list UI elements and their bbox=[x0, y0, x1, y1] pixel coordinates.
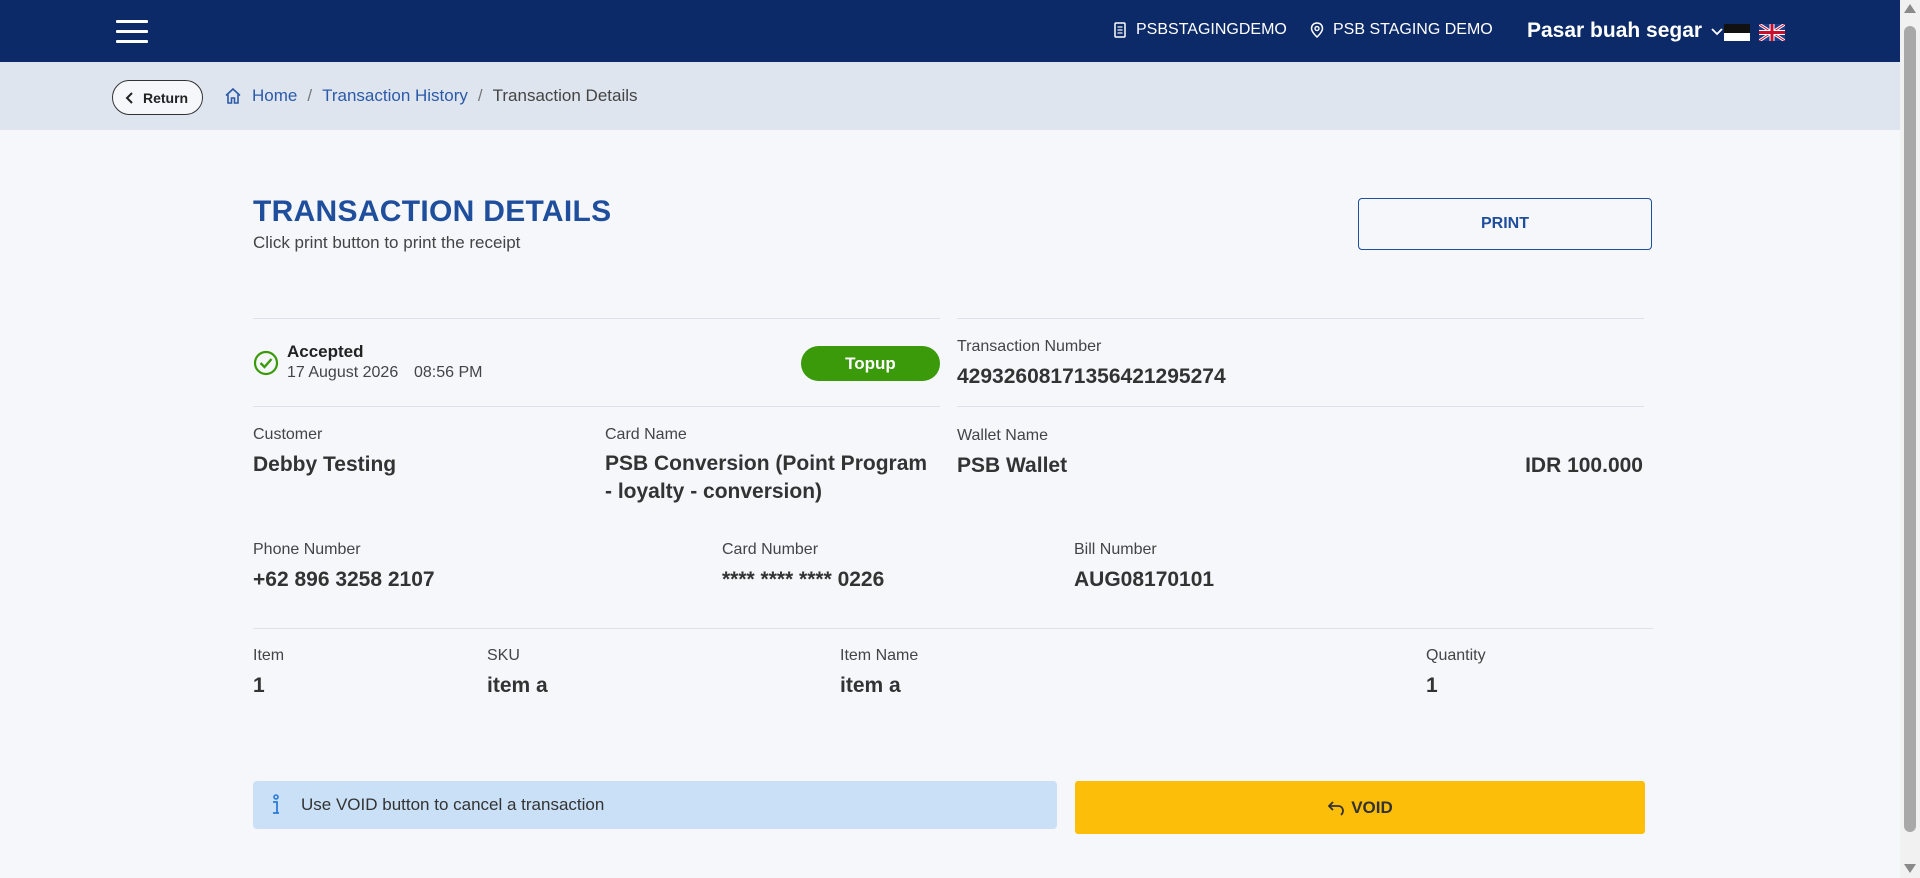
indonesia-flag-icon[interactable] bbox=[1724, 24, 1750, 41]
card-name: PSB Conversion (Point Program - loyalty … bbox=[605, 452, 928, 503]
transaction-time: 08:56 PM bbox=[414, 364, 483, 381]
divider bbox=[957, 406, 1644, 407]
merchant-selector[interactable]: PSBSTAGINGDEMO bbox=[1112, 21, 1287, 39]
breadcrumb-transaction-history[interactable]: Transaction History bbox=[322, 86, 468, 106]
scroll-up-arrow-icon[interactable] bbox=[1904, 4, 1916, 13]
info-text: Use VOID button to cancel a transaction bbox=[301, 795, 605, 814]
return-button[interactable]: Return bbox=[112, 80, 204, 115]
hamburger-icon[interactable] bbox=[116, 20, 148, 44]
receipt-icon bbox=[1114, 22, 1126, 38]
uk-flag-icon[interactable] bbox=[1759, 24, 1785, 41]
transaction-number-label: Transaction Number bbox=[957, 338, 1102, 355]
location-selector[interactable]: PSB STAGING DEMO bbox=[1309, 21, 1493, 39]
wallet-name: PSB Wallet bbox=[957, 454, 1068, 477]
transaction-date: 17 August 2026 bbox=[287, 364, 399, 381]
location-name: PSB STAGING DEMO bbox=[1333, 21, 1493, 38]
table-cell-item-name: item a bbox=[840, 674, 901, 697]
breadcrumb: Home / Transaction History / Transaction… bbox=[224, 86, 638, 106]
undo-icon bbox=[1327, 800, 1345, 816]
return-label: Return bbox=[143, 89, 189, 106]
void-button[interactable]: VOID bbox=[1075, 781, 1645, 834]
phone-number: +62 896 3258 2107 bbox=[253, 568, 435, 591]
divider bbox=[957, 318, 1644, 319]
bill-number-label: Bill Number bbox=[1074, 541, 1157, 558]
table-cell-quantity: 1 bbox=[1426, 674, 1438, 697]
breadcrumb-home[interactable]: Home bbox=[252, 86, 297, 106]
void-label: VOID bbox=[1351, 797, 1393, 817]
table-header-item: Item bbox=[253, 647, 285, 664]
organization-dropdown[interactable]: Pasar buah segar bbox=[1527, 19, 1724, 43]
card-name-label: Card Name bbox=[605, 426, 687, 443]
organization-name: Pasar buah segar bbox=[1527, 19, 1703, 42]
transaction-number: 429326081713564212952​74 bbox=[957, 365, 1226, 388]
status-label: Accepted bbox=[287, 342, 364, 361]
breadcrumb-separator: / bbox=[477, 86, 483, 105]
table-cell-item: 1 bbox=[253, 674, 265, 697]
home-icon[interactable] bbox=[224, 87, 242, 105]
customer-label: Customer bbox=[253, 426, 323, 443]
wallet-name-label: Wallet Name bbox=[957, 427, 1048, 444]
transaction-type-badge: Topup bbox=[801, 346, 940, 381]
chevron-left-icon bbox=[125, 91, 133, 104]
customer-name: Debby Testing bbox=[253, 453, 397, 476]
transaction-amount: IDR 100.000 bbox=[1525, 454, 1643, 477]
location-pin-icon bbox=[1310, 22, 1324, 38]
card-number: **** **** **** 0226 bbox=[722, 568, 885, 591]
check-circle-icon bbox=[253, 350, 279, 376]
page-title: TRANSACTION DETAILS bbox=[253, 195, 612, 228]
bill-number: AUG08170101 bbox=[1074, 568, 1215, 591]
table-cell-sku: item a bbox=[487, 674, 548, 697]
top-navbar: PSBSTAGINGDEMO PSB STAGING DEMO Pasar bu… bbox=[0, 0, 1900, 62]
divider bbox=[253, 406, 940, 407]
divider bbox=[253, 318, 940, 319]
merchant-code: PSBSTAGINGDEMO bbox=[1136, 21, 1287, 38]
info-icon bbox=[273, 794, 279, 814]
print-button[interactable]: PRINT bbox=[1358, 198, 1652, 250]
breadcrumb-bar: Return Home / Transaction History / Tran… bbox=[0, 62, 1900, 130]
chevron-down-icon bbox=[1711, 28, 1723, 36]
table-header-quantity: Quantity bbox=[1426, 647, 1486, 664]
scroll-down-arrow-icon[interactable] bbox=[1904, 864, 1916, 873]
page-subtitle: Click print button to print the receipt bbox=[253, 233, 521, 252]
scrollbar[interactable] bbox=[1900, 0, 1920, 878]
scroll-thumb[interactable] bbox=[1904, 26, 1916, 832]
card-number-label: Card Number bbox=[722, 541, 819, 558]
table-header-sku: SKU bbox=[487, 647, 520, 664]
breadcrumb-current: Transaction Details bbox=[492, 86, 638, 105]
divider bbox=[253, 628, 1653, 629]
breadcrumb-separator: / bbox=[307, 86, 313, 105]
info-alert: Use VOID button to cancel a transaction bbox=[253, 781, 1057, 829]
phone-number-label: Phone Number bbox=[253, 541, 361, 558]
table-header-item-name: Item Name bbox=[840, 647, 919, 664]
